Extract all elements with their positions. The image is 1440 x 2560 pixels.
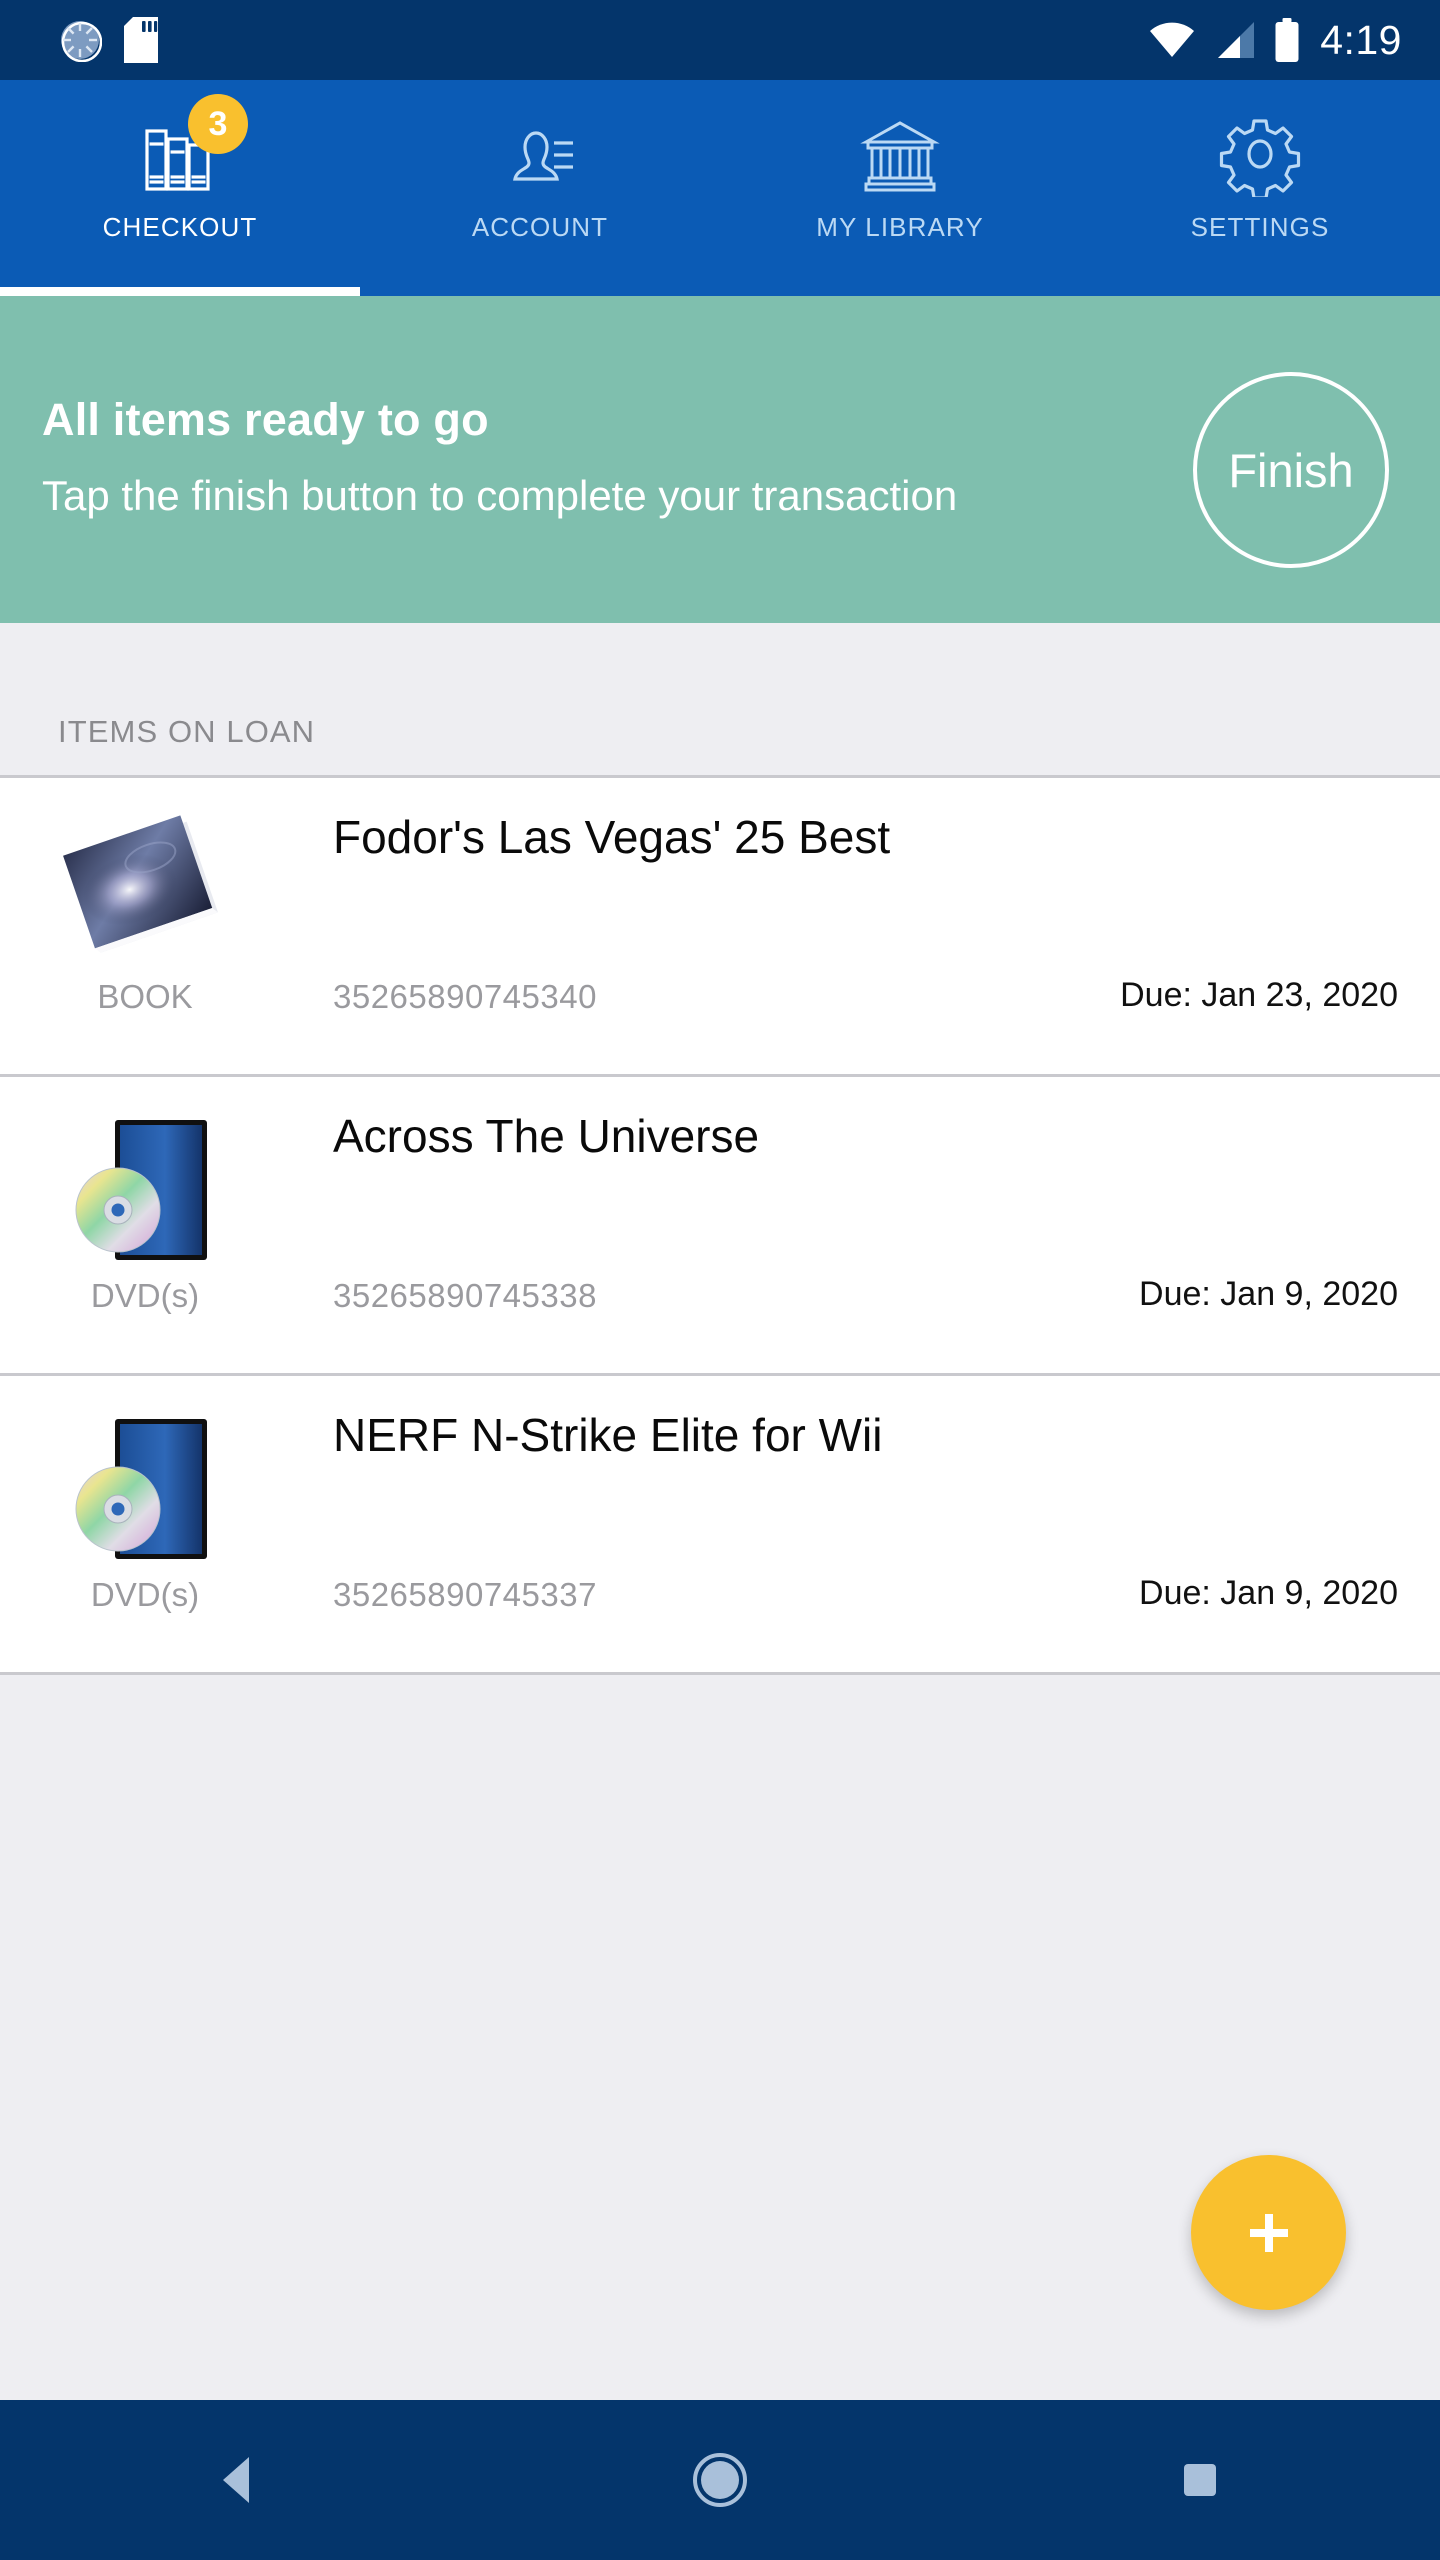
active-tab-indicator — [0, 287, 360, 296]
battery-icon — [1274, 18, 1300, 62]
top-tab-bar: 3 CHECKOUT ACCOUNT MY LIBRARY SETTINGS — [0, 80, 1440, 296]
dvd-thumbnail — [0, 1095, 290, 1285]
status-banner-text: All items ready to go Tap the finish but… — [0, 394, 1000, 525]
item-barcode: 35265890745337 — [333, 1576, 597, 1613]
person-icon — [494, 108, 586, 200]
item-barcode: 35265890745340 — [333, 978, 597, 1015]
wifi-icon — [1150, 22, 1195, 58]
signal-icon — [1214, 22, 1255, 58]
item-title: NERF N-Strike Elite for Wii — [333, 1409, 883, 1461]
item-barcode: 35265890745338 — [333, 1277, 597, 1314]
sd-card-icon — [124, 17, 158, 63]
tab-account-label: ACCOUNT — [471, 212, 609, 242]
dvd-thumbnail — [0, 1394, 290, 1584]
books-icon: 3 — [134, 94, 248, 200]
add-item-fab[interactable] — [1191, 2155, 1346, 2310]
android-navigation-bar — [0, 2400, 1440, 2560]
building-icon — [854, 108, 946, 200]
checkout-badge-count: 3 — [188, 94, 248, 154]
status-banner-title: All items ready to go — [42, 394, 489, 446]
status-bar-clock: 4:19 — [1320, 16, 1402, 63]
app-screen: 4:19 3 CHECKOUT ACCOUNT MY LIBRARY SETTI… — [0, 0, 1440, 2560]
tab-checkout[interactable]: 3 CHECKOUT — [0, 80, 360, 296]
tab-my-library[interactable]: MY LIBRARY — [720, 80, 1080, 296]
plus-icon — [1240, 2204, 1298, 2262]
finish-button[interactable]: Finish — [1193, 372, 1389, 568]
status-bar-left-icons — [0, 17, 158, 63]
tab-my-library-label: MY LIBRARY — [816, 212, 984, 242]
item-due-date: Due: Jan 9, 2020 — [1139, 1275, 1398, 1313]
list-item[interactable]: NERF N-Strike Elite for Wii DVD(s) 35265… — [0, 1376, 1440, 1675]
tab-checkout-label: CHECKOUT — [102, 212, 258, 242]
item-title: Fodor's Las Vegas' 25 Best — [333, 811, 891, 863]
list-item[interactable]: Fodor's Las Vegas' 25 Best BOOK 35265890… — [0, 778, 1440, 1077]
book-thumbnail — [0, 796, 290, 986]
back-icon — [217, 2455, 263, 2505]
tab-account[interactable]: ACCOUNT — [360, 80, 720, 296]
item-title: Across The Universe — [333, 1110, 760, 1162]
status-bar: 4:19 — [0, 0, 1440, 80]
tab-settings[interactable]: SETTINGS — [1080, 80, 1440, 296]
gear-icon — [1214, 108, 1306, 200]
item-type: DVD(s) — [90, 1576, 200, 1613]
recents-button[interactable] — [960, 2458, 1440, 2502]
status-bar-right-icons: 4:19 — [1150, 17, 1440, 64]
sync-icon — [58, 18, 102, 62]
item-due-date: Due: Jan 9, 2020 — [1139, 1574, 1398, 1612]
home-button[interactable] — [480, 2451, 960, 2509]
items-on-loan-header: ITEMS ON LOAN — [0, 623, 1440, 778]
home-icon — [691, 2451, 749, 2509]
recents-icon — [1178, 2458, 1222, 2502]
list-item[interactable]: Across The Universe DVD(s) 3526589074533… — [0, 1077, 1440, 1376]
back-button[interactable] — [0, 2455, 480, 2505]
status-banner-subtitle: Tap the finish button to complete your t… — [42, 472, 958, 520]
item-due-date: Due: Jan 23, 2020 — [1120, 976, 1398, 1014]
tab-settings-label: SETTINGS — [1190, 212, 1330, 242]
item-type: DVD(s) — [90, 1277, 200, 1314]
items-on-loan-label: ITEMS ON LOAN — [58, 714, 316, 749]
item-type: BOOK — [97, 978, 193, 1015]
items-on-loan-list: Fodor's Las Vegas' 25 Best BOOK 35265890… — [0, 778, 1440, 1675]
